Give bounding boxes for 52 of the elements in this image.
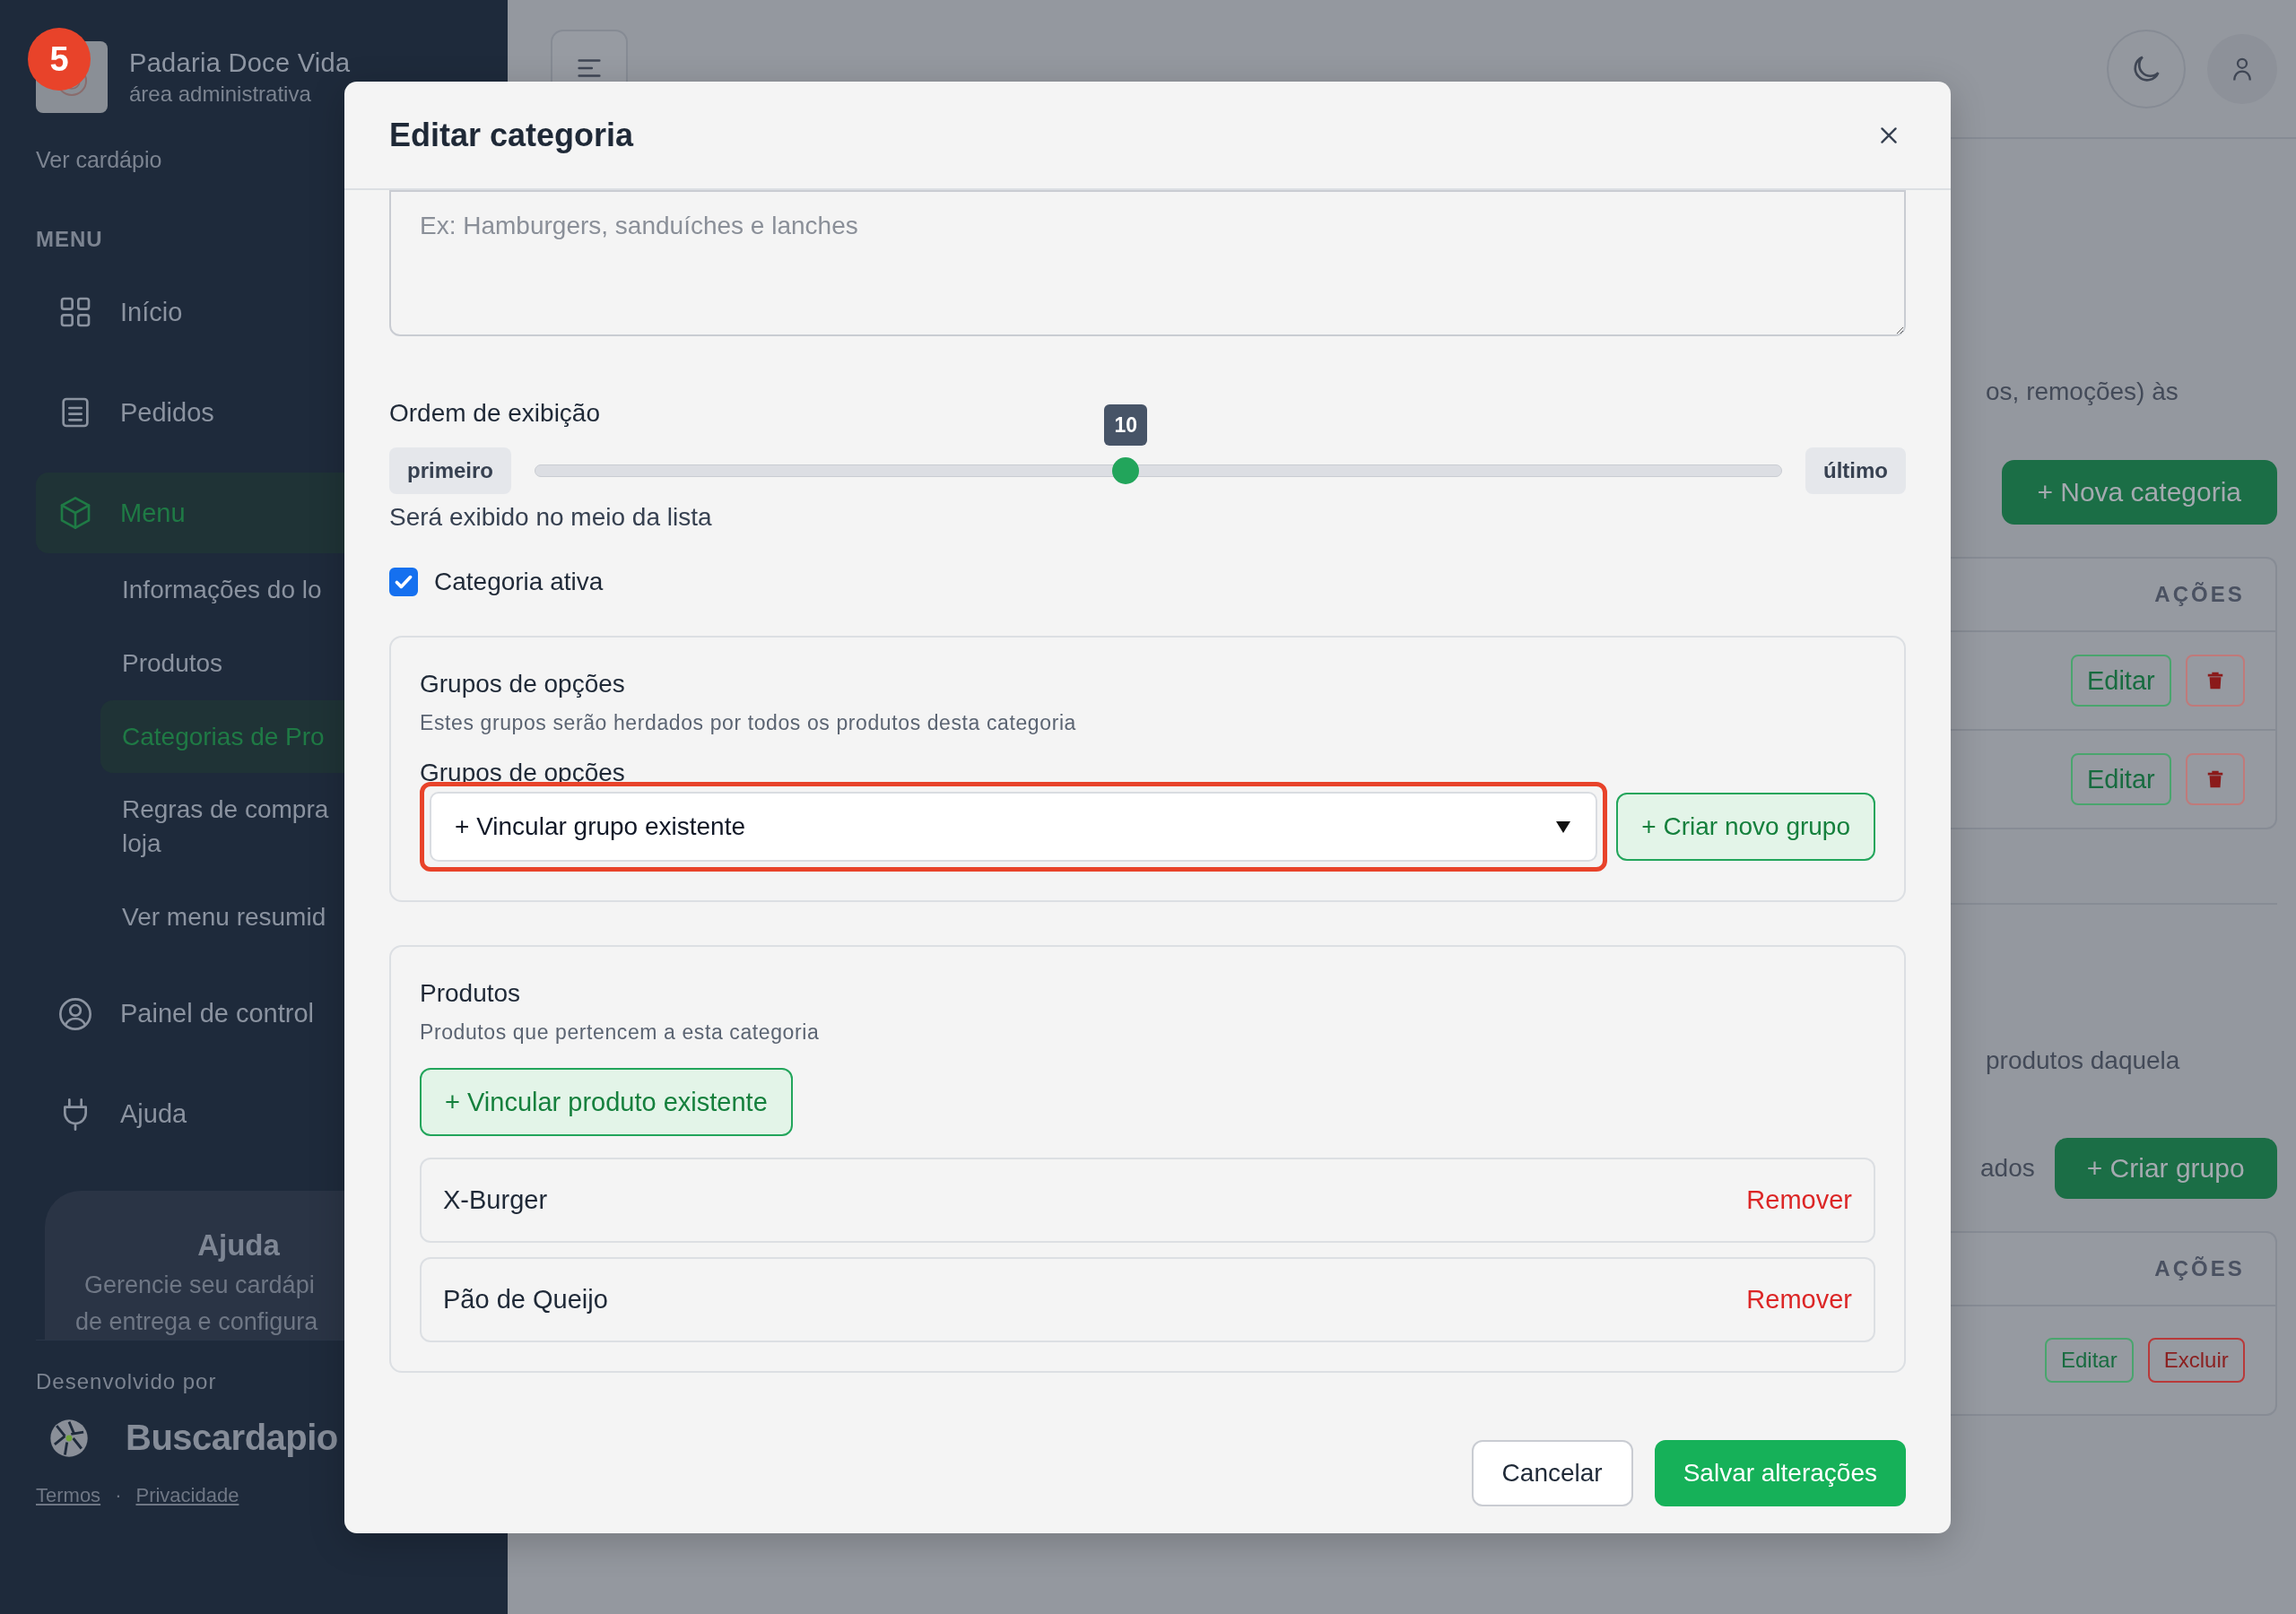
view-menu-link[interactable]: Ver cardápio [36, 147, 162, 173]
active-checkbox[interactable] [389, 568, 418, 596]
dialog-title: Editar categoria [389, 116, 634, 154]
create-group-button[interactable]: + Criar novo grupo [1616, 793, 1875, 861]
create-group-button[interactable]: + Criar grupo [2054, 1138, 2277, 1199]
store-subtitle: área administrativa [129, 81, 312, 107]
new-category-button[interactable]: + Nova categoria [2001, 460, 2277, 525]
save-button[interactable]: Salvar alterações [1654, 1440, 1906, 1506]
remove-link[interactable]: Remover [1746, 1285, 1852, 1315]
section-description: produtos daquela [1986, 1046, 2180, 1075]
order-slider[interactable] [535, 456, 1782, 485]
delete-button[interactable] [2185, 753, 2245, 805]
product-name: X-Burger [443, 1185, 548, 1215]
delete-button[interactable] [2185, 655, 2245, 707]
card-description: Estes grupos serão herdados por todos os produtos desta categoria [420, 711, 1077, 735]
description-field[interactable]: Ex: Hamburgers, sanduíches e lanches [389, 190, 1906, 336]
checkbox-label: Categoria ativa [434, 568, 604, 596]
footer-link[interactable]: Privacidade [135, 1483, 239, 1507]
slider-value: 10 [1104, 404, 1148, 446]
footer-link[interactable]: Termos [36, 1483, 101, 1507]
column-header: AÇÕES [2154, 1256, 2245, 1281]
slider-thumb[interactable] [1112, 457, 1140, 484]
max-label: último [1805, 447, 1906, 494]
help-text: Gerencie seu cardápi [84, 1271, 315, 1299]
section-label: MENU [36, 227, 104, 252]
edit-button[interactable]: Editar [2070, 753, 2171, 805]
edit-button[interactable]: Editar [2045, 1338, 2134, 1383]
column-header: AÇÕES [2154, 582, 2245, 607]
min-label: primeiro [389, 447, 512, 494]
group-select[interactable]: + Vincular grupo existente [430, 792, 1598, 862]
page-description: os, remoções) às [1986, 377, 2179, 406]
developer-brand: Buscardapio [126, 1418, 338, 1459]
link-product-button[interactable]: + Vincular produto existente [420, 1068, 793, 1136]
section-heading: ados [1980, 1154, 2035, 1183]
user-icon [57, 995, 93, 1032]
delete-button[interactable]: Excluir [2147, 1338, 2245, 1383]
remove-link[interactable]: Remover [1746, 1185, 1852, 1215]
developed-by-label: Desenvolvido por [36, 1368, 218, 1394]
help-title: Ajuda [197, 1228, 280, 1263]
edit-button[interactable]: Editar [2070, 655, 2171, 707]
help-text: de entrega e configura [75, 1307, 318, 1336]
card-description: Produtos que pertencem a esta categoria [420, 1020, 821, 1045]
separator: · [115, 1483, 122, 1507]
field-label: Grupos de opções [420, 759, 626, 787]
aperture-logo-icon [48, 1417, 90, 1459]
product-name: Pão de Queijo [443, 1285, 608, 1315]
theme-toggle-button[interactable] [2106, 30, 2186, 108]
field-label: Ordem de exibição [389, 399, 600, 428]
store-name: Padaria Doce Vida [129, 48, 351, 78]
cancel-button[interactable]: Cancelar [1471, 1440, 1633, 1506]
card-title: Produtos [420, 979, 522, 1008]
card-title: Grupos de opções [420, 670, 626, 699]
